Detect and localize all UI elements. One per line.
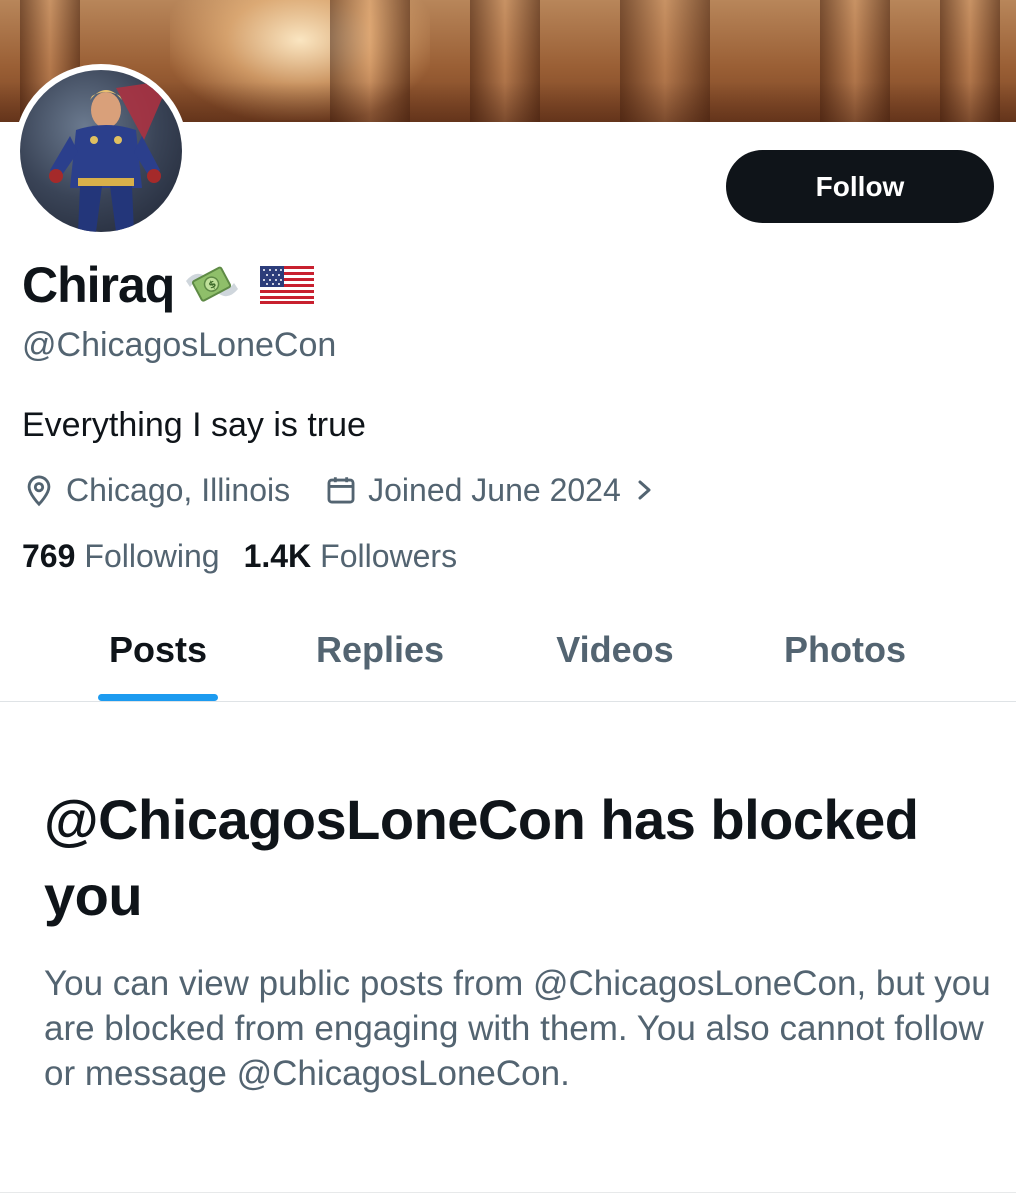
tab-posts[interactable]: Posts — [98, 600, 218, 700]
location-pin-icon — [22, 473, 56, 507]
avatar-figure — [49, 80, 170, 232]
tab-photos[interactable]: Photos — [770, 600, 920, 700]
tab-videos[interactable]: Videos — [540, 600, 690, 700]
profile-bio: Everything I say is true — [22, 406, 366, 444]
tab-replies[interactable]: Replies — [300, 600, 460, 700]
blocked-message: You can view public posts from @Chicagos… — [44, 964, 991, 1093]
profile-meta: Chicago, Illinois Joined June 2024 — [22, 468, 655, 512]
calendar-icon — [324, 473, 358, 507]
display-name-text: Chiraq — [22, 257, 175, 313]
follow-button[interactable]: Follow — [726, 150, 994, 223]
following-link[interactable]: 769 Following — [22, 538, 220, 575]
profile-handle: @ChicagosLoneCon — [22, 326, 337, 364]
profile-tabs: Posts Replies Videos Photos — [0, 600, 1016, 702]
chevron-right-icon — [635, 475, 655, 505]
profile-page: Follow Chiraq $ @ChicagosLoneCon Everyth… — [0, 0, 1016, 1200]
following-label: Following — [84, 538, 220, 574]
active-tab-indicator — [98, 694, 218, 701]
followers-label: Followers — [320, 538, 458, 574]
money-with-wings-icon: $ — [186, 266, 239, 302]
joined-text: Joined June 2024 — [368, 471, 621, 508]
location-text: Chicago, Illinois — [66, 471, 291, 508]
blocked-title: @ChicagosLoneCon has blocked you — [44, 788, 919, 927]
divider — [0, 1192, 1016, 1193]
joined-item[interactable]: Joined June 2024 — [324, 472, 655, 509]
display-name: Chiraq $ — [22, 256, 315, 314]
followers-link[interactable]: 1.4K Followers — [244, 538, 458, 575]
followers-count: 1.4K — [243, 538, 312, 574]
follow-stats: 769 Following 1.4K Followers — [22, 538, 457, 575]
avatar[interactable] — [14, 64, 188, 238]
avatar-image — [20, 70, 182, 232]
following-count: 769 — [22, 538, 76, 574]
us-flag-icon — [260, 266, 315, 304]
location-item: Chicago, Illinois — [22, 472, 290, 509]
